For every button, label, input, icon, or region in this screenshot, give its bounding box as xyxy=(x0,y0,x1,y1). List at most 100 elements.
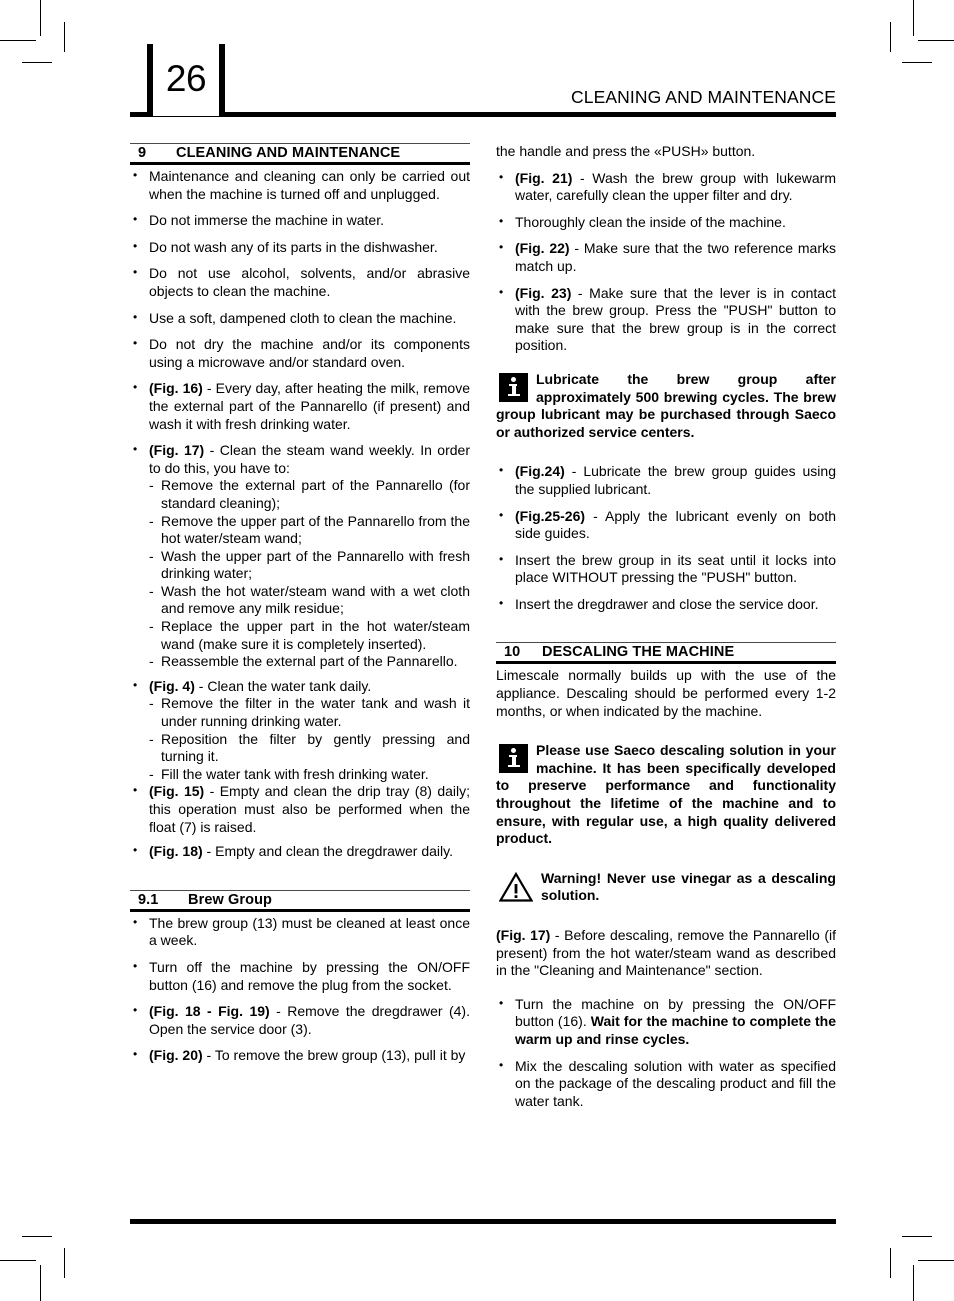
list-item-mix-solution: Mix the descaling solution with water as… xyxy=(496,1057,836,1111)
sub-list-item: Remove the filter in the water tank and … xyxy=(130,695,470,730)
page-header: 26 CLEANING AND MAINTENANCE xyxy=(130,44,836,119)
list-item: Do not wash any of its parts in the dish… xyxy=(130,238,470,257)
crop-mark-inner-top-left-v xyxy=(64,22,65,52)
crop-mark-bottom-right-v xyxy=(913,1265,914,1301)
figure-ref: (Fig. 21) xyxy=(515,169,573,186)
section-title: CLEANING AND MAINTENANCE xyxy=(176,145,401,161)
list-item: Thoroughly clean the inside of the machi… xyxy=(496,213,836,232)
figure-ref: (Fig. 4) xyxy=(149,677,195,694)
figure-ref: (Fig. 17) xyxy=(496,927,551,943)
list-item: Insert the dregdrawer and close the serv… xyxy=(496,595,836,614)
list-item-text: - Empty and clean the dregdrawer daily. xyxy=(202,843,453,860)
crop-mark-inner-top-right-v xyxy=(890,22,891,52)
section-header-descaling: 10 DESCALING THE MACHINE xyxy=(496,642,836,665)
list-item: Maintenance and cleaning can only be car… xyxy=(130,167,470,203)
sub-list-item: Wash the upper part of the Pannarello wi… xyxy=(130,548,470,583)
list-item: Turn off the machine by pressing the ON/… xyxy=(130,958,470,994)
notice-text: Please use Saeco descaling solution in y… xyxy=(496,742,836,847)
section-number: 9.1 xyxy=(138,891,159,908)
page-number-box: 26 xyxy=(147,44,225,116)
figure-ref: (Fig. 18) xyxy=(149,843,203,860)
figure-ref: (Fig. 18 - Fig. 19) xyxy=(149,1003,270,1020)
paragraph-fig17-descaling: (Fig. 17) - Before descaling, remove the… xyxy=(496,927,836,980)
crop-mark-inner-bottom-left-h xyxy=(22,1236,52,1237)
figure-ref: (Fig.25-26) xyxy=(515,507,586,524)
list-item-text: - Clean the water tank daily. xyxy=(194,677,372,694)
header-rule xyxy=(130,112,836,117)
crop-mark-inner-bottom-left-v xyxy=(64,1248,65,1278)
list-item: Insert the brew group in its seat until … xyxy=(496,551,836,587)
sub-list-item: Reposition the filter by gently pressing… xyxy=(130,731,470,766)
page-header-title: CLEANING AND MAINTENANCE xyxy=(571,87,836,107)
sub-list-item: Reassemble the external part of the Pann… xyxy=(130,653,470,671)
figure-ref: (Fig.24) xyxy=(515,463,565,480)
list-item: Do not dry the machine and/or its compon… xyxy=(130,335,470,371)
left-column: 9 CLEANING AND MAINTENANCE Maintenance a… xyxy=(130,143,470,1074)
notice-saeco-solution: Please use Saeco descaling solution in y… xyxy=(496,742,836,848)
crop-mark-top-left-v xyxy=(40,0,41,36)
crop-mark-bottom-left-v xyxy=(40,1265,41,1301)
continuation-paragraph: the handle and press the «PUSH» button. xyxy=(496,143,756,159)
section-header-cleaning: 9 CLEANING AND MAINTENANCE xyxy=(130,143,470,165)
sub-list-item: Fill the water tank with fresh drinking … xyxy=(130,766,470,784)
crop-mark-top-left-h xyxy=(0,40,36,41)
crop-mark-top-right-v xyxy=(913,0,914,36)
list-item-fig16: (Fig. 16) - Every day, after heating the… xyxy=(130,379,470,433)
list-item: Use a soft, dampened cloth to clean the … xyxy=(130,309,470,328)
figure-ref: (Fig. 16) xyxy=(149,380,203,397)
info-icon xyxy=(499,372,528,402)
crop-mark-inner-top-left-h xyxy=(22,62,52,63)
notice-text: Warning! Never use vinegar as a descalin… xyxy=(541,869,836,904)
descaling-intro: Limescale normally builds up with the us… xyxy=(496,667,836,719)
sub-list-item: Replace the upper part in the hot water/… xyxy=(130,618,470,653)
notice-lubricate: Lubricate the brew group after approxima… xyxy=(496,371,836,441)
list-item-fig15: (Fig. 15) - Empty and clean the drip tra… xyxy=(130,782,470,836)
sub-list-item: Remove the upper part of the Pannarello … xyxy=(130,513,470,548)
crop-mark-inner-bottom-right-v xyxy=(890,1248,891,1278)
info-icon xyxy=(499,744,528,774)
list-item-fig18-19: (Fig. 18 - Fig. 19) - Remove the dregdra… xyxy=(130,1002,470,1038)
list-item-text: Mix the descaling solution with water as… xyxy=(515,1057,836,1109)
figure-ref: (Fig. 22) xyxy=(515,240,570,257)
section-title: Brew Group xyxy=(188,891,272,908)
list-item-fig18: (Fig. 18) - Empty and clean the dregdraw… xyxy=(130,842,470,861)
section-number: 9 xyxy=(138,145,147,161)
list-item-fig25-26: (Fig.25-26) - Apply the lubricant evenly… xyxy=(496,506,836,543)
section-number: 10 xyxy=(504,644,521,661)
list-item-fig24: (Fig.24) - Lubricate the brew group guid… xyxy=(496,462,836,498)
list-item-fig17: (Fig. 17) - Clean the steam wand weekly.… xyxy=(130,441,470,477)
figure-ref: (Fig. 15) xyxy=(149,783,205,800)
crop-mark-top-right-h xyxy=(918,40,954,41)
list-item-fig20: (Fig. 20) - To remove the brew group (13… xyxy=(130,1046,470,1065)
figure-ref: (Fig. 20) xyxy=(149,1047,203,1064)
figure-ref: (Fig. 17) xyxy=(149,442,205,459)
list-item-fig21: (Fig. 21) - Wash the brew group with luk… xyxy=(496,169,836,205)
crop-mark-inner-top-right-h xyxy=(902,62,932,63)
sub-list-item: Remove the external part of the Pannarel… xyxy=(130,477,470,512)
crop-mark-bottom-right-h xyxy=(918,1260,954,1261)
notice-text: Lubricate the brew group after approxima… xyxy=(496,370,836,440)
footer-rule xyxy=(130,1219,836,1224)
list-item: The brew group (13) must be cleaned at l… xyxy=(130,914,470,950)
page-number: 26 xyxy=(165,58,207,99)
crop-mark-bottom-left-h xyxy=(0,1260,36,1261)
list-item: Do not use alcohol, solvents, and/or abr… xyxy=(130,264,470,300)
section-header-brew-group: 9.1 Brew Group xyxy=(130,889,470,912)
list-item-turn-on: Turn the machine on by pressing the ON/O… xyxy=(496,995,836,1049)
list-item: Do not immerse the machine in water. xyxy=(130,211,470,230)
right-column: the handle and press the «PUSH» button. … xyxy=(496,143,836,1119)
list-item-fig23: (Fig. 23) - Make sure that the lever is … xyxy=(496,284,836,355)
warning-triangle-icon xyxy=(499,871,533,902)
figure-ref: (Fig. 23) xyxy=(515,284,572,301)
sub-list-item: Wash the hot water/steam wand with a wet… xyxy=(130,583,470,618)
list-item-fig4: (Fig. 4) - Clean the water tank daily. xyxy=(130,677,470,696)
